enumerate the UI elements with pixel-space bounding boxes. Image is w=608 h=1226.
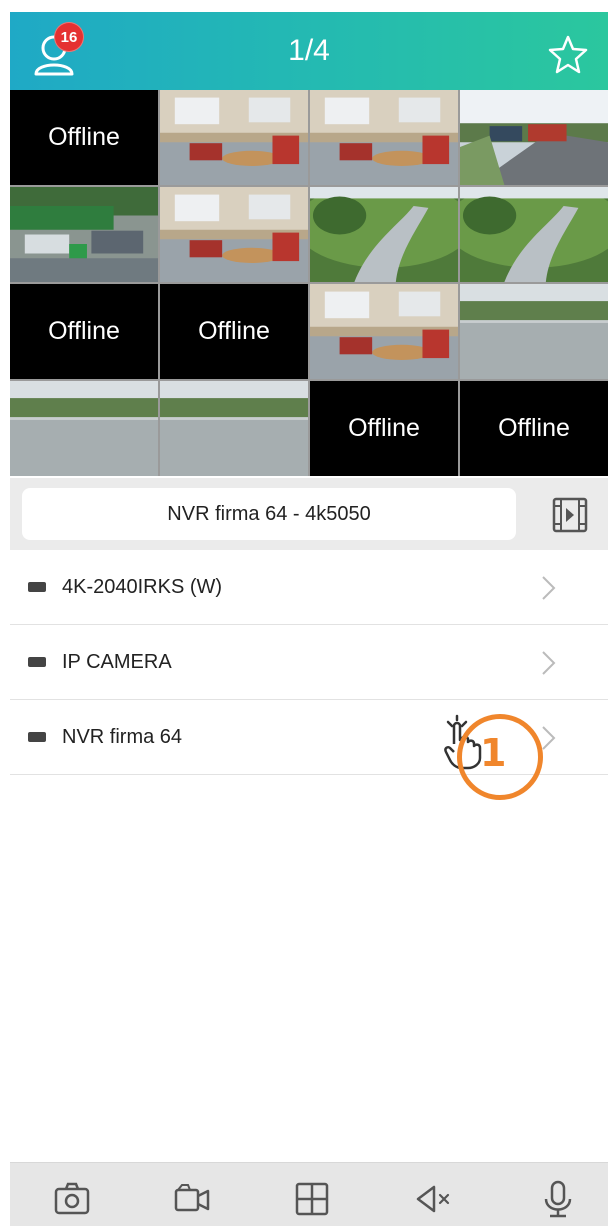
camera-feed-image bbox=[310, 284, 458, 379]
snapshot-button[interactable] bbox=[52, 1179, 92, 1219]
device-icon bbox=[28, 732, 46, 742]
chevron-right-icon bbox=[542, 651, 556, 675]
offline-label: Offline bbox=[48, 317, 120, 345]
camera-tile-live[interactable] bbox=[160, 381, 308, 476]
camera-tile-live[interactable] bbox=[460, 187, 608, 282]
camera-tile-live[interactable] bbox=[310, 90, 458, 185]
device-icon bbox=[28, 582, 46, 592]
offline-label: Offline bbox=[348, 414, 420, 442]
step-number: 1 bbox=[480, 731, 507, 775]
camera-feed-image bbox=[460, 90, 608, 185]
camera-tile-live[interactable] bbox=[310, 187, 458, 282]
camera-tile-live[interactable] bbox=[10, 381, 158, 476]
page-indicator: 1/4 bbox=[288, 34, 330, 67]
camera-feed-image bbox=[460, 187, 608, 282]
video-record-icon bbox=[174, 1184, 210, 1212]
camera-feed-image bbox=[10, 381, 158, 476]
camera-tile-live[interactable] bbox=[160, 187, 308, 282]
device-list-item[interactable]: IP CAMERA bbox=[10, 625, 608, 700]
camera-feed-image bbox=[310, 187, 458, 282]
device-label: 4K-2040IRKS (W) bbox=[62, 575, 223, 598]
device-icon bbox=[28, 657, 46, 667]
camera-grid: Offline Offline Offline Offline Offline bbox=[10, 90, 608, 476]
camera-tile-live[interactable] bbox=[460, 90, 608, 185]
camera-tile-offline[interactable]: Offline bbox=[160, 284, 308, 379]
camera-feed-image bbox=[310, 90, 458, 185]
camera-tile-offline[interactable]: Offline bbox=[310, 381, 458, 476]
camera-tile-live[interactable] bbox=[160, 90, 308, 185]
layout-button[interactable] bbox=[292, 1179, 332, 1219]
camera-tile-live[interactable] bbox=[10, 187, 158, 282]
offline-label: Offline bbox=[48, 123, 120, 151]
playback-button[interactable] bbox=[550, 496, 590, 534]
device-label: NVR firma 64 bbox=[62, 725, 183, 748]
camera-tile-offline[interactable]: Offline bbox=[10, 284, 158, 379]
bottom-toolbar bbox=[10, 1162, 608, 1226]
camera-feed-image bbox=[460, 284, 608, 379]
mute-icon bbox=[416, 1185, 450, 1213]
camera-feed-image bbox=[160, 187, 308, 282]
microphone-icon bbox=[544, 1180, 572, 1218]
device-label: IP CAMERA bbox=[62, 650, 172, 673]
camera-icon bbox=[54, 1182, 90, 1215]
camera-feed-image bbox=[10, 187, 158, 282]
record-button[interactable] bbox=[172, 1179, 212, 1219]
device-list-item[interactable]: 4K-2040IRKS (W) bbox=[10, 550, 608, 625]
offline-label: Offline bbox=[198, 317, 270, 345]
camera-tile-offline[interactable]: Offline bbox=[460, 381, 608, 476]
mute-button[interactable] bbox=[414, 1179, 454, 1219]
camera-tile-offline[interactable]: Offline bbox=[10, 90, 158, 185]
offline-label: Offline bbox=[498, 414, 570, 442]
grid-layout-icon bbox=[295, 1182, 329, 1216]
chevron-right-icon bbox=[542, 726, 556, 750]
film-playback-icon bbox=[552, 497, 588, 533]
current-device-field[interactable]: NVR firma 64 - 4k5050 bbox=[22, 488, 516, 540]
camera-feed-image bbox=[160, 381, 308, 476]
star-icon bbox=[548, 35, 588, 74]
camera-tile-live[interactable] bbox=[460, 284, 608, 379]
device-bar: NVR firma 64 - 4k5050 bbox=[10, 478, 608, 550]
talk-button[interactable] bbox=[538, 1179, 578, 1219]
camera-feed-image bbox=[160, 90, 308, 185]
camera-tile-live[interactable] bbox=[310, 284, 458, 379]
top-bar: 16 1/4 bbox=[10, 12, 608, 90]
chevron-right-icon bbox=[542, 576, 556, 600]
favorite-button[interactable] bbox=[548, 34, 588, 74]
